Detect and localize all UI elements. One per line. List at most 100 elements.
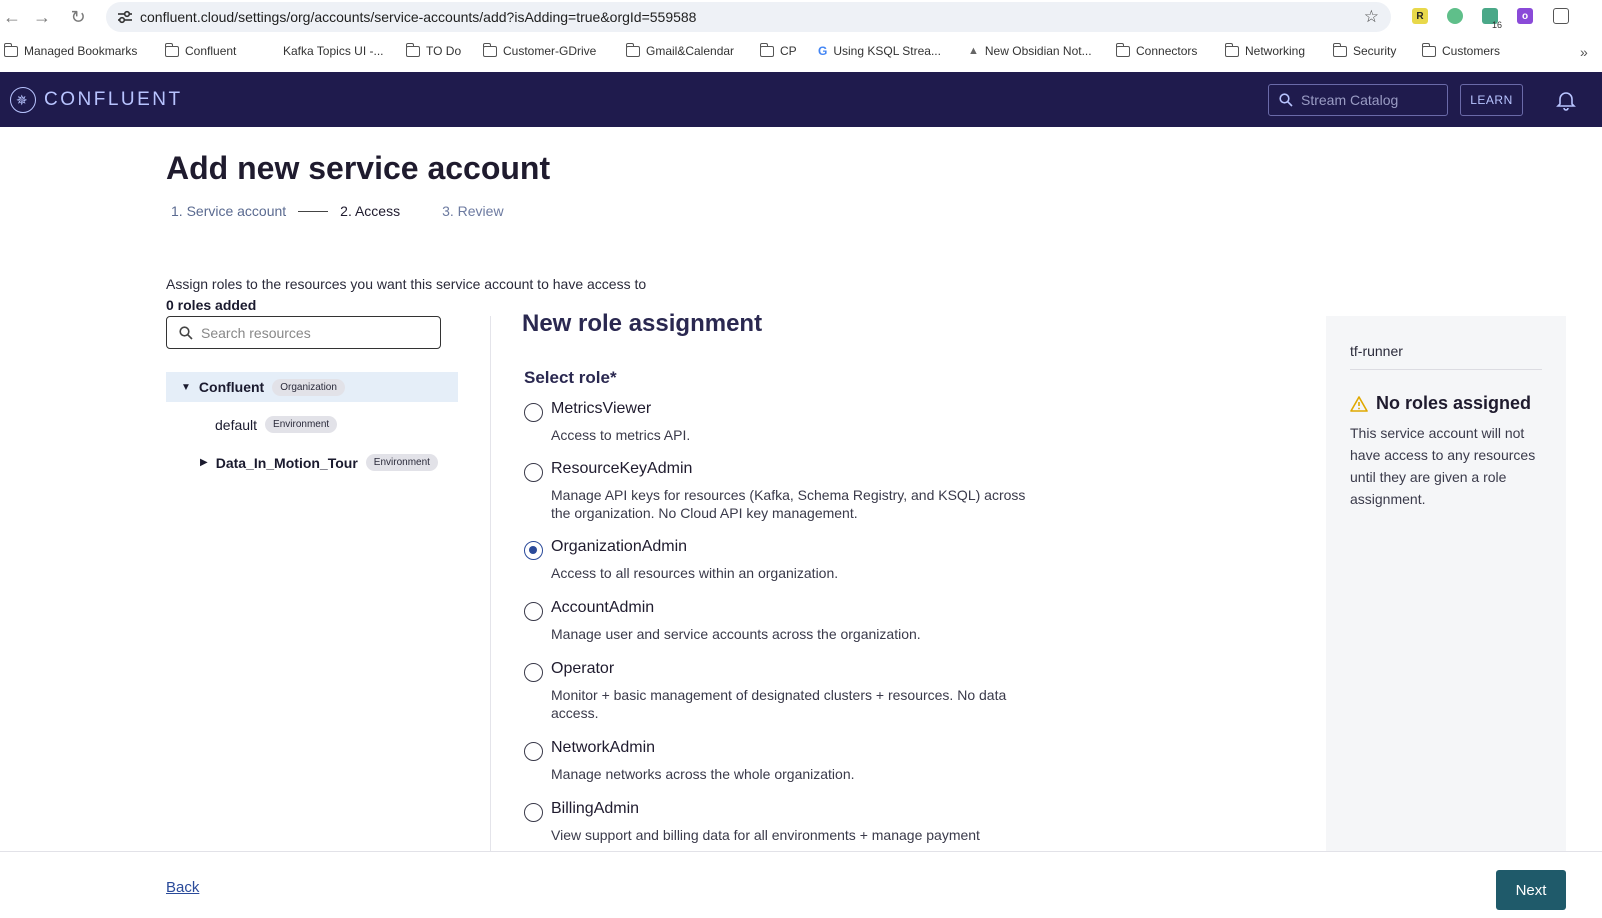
confluent-logo-icon: ✵ — [10, 87, 36, 113]
bookmark-security[interactable]: Security — [1332, 42, 1396, 58]
bookmark-gmail-calendar[interactable]: Gmail&Calendar — [625, 42, 734, 58]
warning-header: No roles assigned — [1350, 393, 1531, 414]
extension-badge-icon[interactable]: 16 — [1482, 8, 1502, 30]
environment-badge: Environment — [365, 454, 438, 471]
resource-search-input[interactable]: Search resources — [166, 316, 441, 349]
role-description: View support and billing data for all en… — [551, 827, 980, 843]
learn-button[interactable]: LEARN — [1460, 84, 1523, 116]
step-review: 3. Review — [442, 203, 504, 219]
role-assignment-title: New role assignment — [522, 310, 763, 337]
tree-item-organization[interactable]: ▼ Confluent Organization — [166, 372, 458, 402]
reload-icon[interactable]: ↻ — [64, 3, 92, 31]
search-icon — [179, 325, 193, 340]
obsidian-icon: ▲ — [968, 45, 979, 57]
warning-text: This service account will not have acces… — [1350, 425, 1536, 507]
role-name: MetricsViewer — [551, 400, 652, 417]
confluent-logo[interactable]: ✵ CONFLUENT — [10, 87, 183, 113]
bookmark-customer-gdrive[interactable]: Customer-GDrive — [482, 42, 596, 58]
role-name: ResourceKeyAdmin — [551, 460, 693, 477]
environment-badge: Environment — [265, 416, 338, 433]
summary-panel: tf-runner No roles assigned This service… — [1326, 316, 1566, 851]
bookmark-connectors[interactable]: Connectors — [1115, 42, 1197, 58]
bookmark-confluent[interactable]: Confluent — [164, 42, 236, 58]
footer-bar: Back Next — [0, 851, 1602, 918]
role-name: NetworkAdmin — [551, 739, 656, 756]
bookmark-kafka-topics[interactable]: Kafka Topics UI -... — [263, 44, 383, 58]
folder-icon — [3, 42, 18, 57]
stream-catalog-placeholder: Stream Catalog — [1301, 92, 1399, 108]
stream-catalog-search[interactable]: Stream Catalog — [1268, 84, 1448, 116]
role-description: Manage user and service accounts across … — [551, 626, 921, 642]
extension-badge-count: 16 — [1491, 20, 1502, 30]
radio-button[interactable] — [524, 463, 543, 482]
service-account-name: tf-runner — [1350, 343, 1403, 359]
folder-icon — [482, 42, 497, 57]
tree-item-label: Confluent — [198, 379, 265, 395]
caret-right-icon[interactable]: ▶ — [200, 457, 208, 468]
resource-search-placeholder: Search resources — [201, 324, 311, 341]
back-arrow-icon[interactable]: ← — [0, 3, 26, 31]
organization-badge: Organization — [272, 378, 345, 396]
search-icon — [1279, 93, 1293, 107]
tree-item-label: Data_In_Motion_Tour — [215, 454, 358, 471]
role-description: Monitor + basic management of designated… — [551, 687, 1007, 721]
bookmark-star-icon[interactable]: ☆ — [1364, 7, 1379, 27]
google-icon: G — [818, 44, 828, 58]
select-role-label: Select role* — [524, 368, 617, 387]
folder-icon — [759, 42, 774, 57]
step-access: 2. Access — [340, 203, 401, 219]
more-bookmarks-icon[interactable]: » — [1580, 44, 1588, 60]
bookmark-managed[interactable]: Managed Bookmarks — [3, 42, 137, 58]
next-button[interactable]: Next — [1496, 870, 1566, 910]
role-description: Manage API keys for resources (Kafka, Sc… — [551, 487, 1026, 521]
stepper: 1. Service account 2. Access 3. Review — [171, 203, 504, 219]
step-service-account[interactable]: 1. Service account — [171, 203, 286, 219]
bookmark-obsidian[interactable]: ▲ New Obsidian Not... — [968, 44, 1092, 58]
back-link[interactable]: Back — [166, 879, 199, 896]
roles-added-count: 0 roles added — [166, 297, 257, 313]
bookmark-networking[interactable]: Networking — [1224, 42, 1305, 58]
bookmark-cp[interactable]: CP — [759, 42, 797, 58]
page-title: Add new service account — [166, 150, 551, 186]
forward-arrow-icon[interactable]: → — [28, 3, 56, 31]
bookmark-using-ksql[interactable]: G Using KSQL Strea... — [818, 44, 941, 58]
bookmark-customers[interactable]: Customers — [1421, 42, 1500, 58]
url-text[interactable]: confluent.cloud/settings/org/accounts/se… — [140, 9, 696, 25]
folder-icon — [405, 42, 420, 57]
role-name: AccountAdmin — [551, 599, 655, 616]
radio-button[interactable] — [524, 803, 543, 822]
radio-button[interactable] — [524, 403, 543, 422]
site-settings-icon[interactable] — [110, 10, 140, 24]
extension-purple-icon[interactable]: o — [1517, 8, 1533, 24]
step-connector — [298, 210, 329, 212]
radio-button[interactable] — [524, 663, 543, 682]
address-bar[interactable]: confluent.cloud/settings/org/accounts/se… — [106, 2, 1391, 32]
caret-down-icon[interactable]: ▼ — [181, 382, 191, 393]
folder-icon — [1115, 42, 1130, 57]
radio-button[interactable] — [524, 602, 543, 621]
folder-icon — [1421, 42, 1436, 57]
folder-icon — [1332, 42, 1347, 57]
folder-icon — [1224, 42, 1239, 57]
extensions-puzzle-icon[interactable] — [1553, 8, 1569, 24]
app-header: ✵ CONFLUENT Stream Catalog LEARN — [0, 72, 1602, 127]
tree-item-label: default — [215, 416, 258, 433]
extension-r-icon[interactable]: R — [1412, 8, 1428, 24]
tree-item-data-in-motion[interactable]: ▶ Data_In_Motion_Tour Environment — [200, 454, 438, 471]
bookmarks-bar: Managed Bookmarks Confluent Kafka Topics… — [0, 36, 1602, 68]
role-option-billingadmin[interactable]: BillingAdmin View support and billing da… — [524, 800, 1044, 844]
folder-icon — [164, 42, 179, 57]
bell-icon[interactable] — [1555, 89, 1577, 116]
tree-item-default[interactable]: default Environment — [215, 416, 338, 433]
warning-title: No roles assigned — [1376, 393, 1532, 413]
warning-icon — [1350, 395, 1368, 412]
panel-divider — [1350, 369, 1542, 370]
folder-icon — [625, 42, 640, 57]
role-name: Operator — [551, 660, 615, 677]
role-name: OrganizationAdmin — [551, 538, 688, 555]
role-description: Manage networks across the whole organiz… — [551, 766, 855, 782]
extension-circle-icon[interactable] — [1447, 8, 1463, 24]
radio-button-selected[interactable] — [524, 541, 543, 560]
radio-button[interactable] — [524, 742, 543, 761]
bookmark-todo[interactable]: TO Do — [405, 42, 461, 58]
